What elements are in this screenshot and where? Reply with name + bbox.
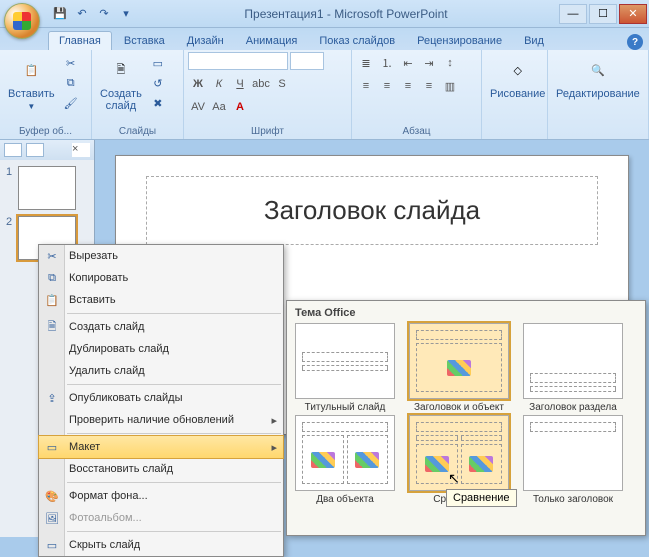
- ctx-hide-slide[interactable]: ▭Скрыть слайд: [39, 534, 283, 556]
- clipboard-icon: 📋: [15, 54, 47, 86]
- numbering-button[interactable]: ⒈: [377, 54, 397, 72]
- layout-two-content[interactable]: Два объекта: [293, 415, 397, 505]
- qat-dropdown-icon[interactable]: ▾: [118, 6, 134, 22]
- group-paragraph-label: Абзац: [356, 125, 477, 138]
- office-button[interactable]: [4, 3, 40, 39]
- ctx-reset-slide[interactable]: Восстановить слайд: [39, 458, 283, 480]
- tab-insert[interactable]: Вставка: [114, 32, 175, 50]
- layout-icon: ▭: [43, 438, 61, 456]
- ctx-cut[interactable]: ✂Вырезать: [39, 245, 283, 267]
- redo-icon[interactable]: ↷: [96, 6, 112, 22]
- ctx-publish-slides[interactable]: ⇪Опубликовать слайды: [39, 387, 283, 409]
- shadow-button[interactable]: S: [272, 75, 292, 93]
- ctx-check-updates[interactable]: Проверить наличие обновлений▸: [39, 409, 283, 431]
- album-icon: 🖼: [43, 509, 61, 527]
- new-slide-icon: 🗎: [43, 318, 61, 336]
- ctx-paste[interactable]: 📋Вставить: [39, 289, 283, 311]
- bullets-button[interactable]: ≣: [356, 54, 376, 72]
- layout-title-slide[interactable]: Титульный слайд: [293, 323, 397, 413]
- ctx-copy[interactable]: ⧉Копировать: [39, 267, 283, 289]
- ctx-format-background[interactable]: 🎨Формат фона...: [39, 485, 283, 507]
- ctx-duplicate-slide[interactable]: Дублировать слайд: [39, 338, 283, 360]
- justify-button[interactable]: ≡: [419, 77, 439, 95]
- tab-animation[interactable]: Анимация: [236, 32, 308, 50]
- layout-title-only[interactable]: Только заголовок: [521, 415, 625, 505]
- hide-icon: ▭: [43, 536, 61, 554]
- slides-tab-icon[interactable]: [4, 143, 22, 157]
- tab-view[interactable]: Вид: [514, 32, 554, 50]
- new-slide-button[interactable]: 🗎 Создать слайд: [96, 52, 146, 114]
- ctx-delete-slide[interactable]: Удалить слайд: [39, 360, 283, 382]
- maximize-button[interactable]: ☐: [589, 4, 617, 24]
- group-clipboard-label: Буфер об...: [4, 125, 87, 138]
- tab-review[interactable]: Рецензирование: [407, 32, 512, 50]
- layout-icon[interactable]: ▭: [149, 54, 167, 72]
- changecase-button[interactable]: Aa: [209, 98, 229, 116]
- ctx-photo-album: 🖼Фотоальбом...: [39, 507, 283, 529]
- indent-inc-button[interactable]: ⇥: [419, 54, 439, 72]
- close-pane-icon[interactable]: ×: [72, 143, 90, 157]
- publish-icon: ⇪: [43, 389, 61, 407]
- close-button[interactable]: ✕: [619, 4, 647, 24]
- italic-button[interactable]: К: [209, 75, 229, 93]
- group-font-label: Шрифт: [188, 125, 347, 138]
- tab-slideshow[interactable]: Показ слайдов: [309, 32, 405, 50]
- undo-icon[interactable]: ↶: [74, 6, 90, 22]
- copy-icon[interactable]: ⧉: [62, 74, 80, 92]
- linespacing-button[interactable]: ↕: [440, 54, 460, 72]
- underline-button[interactable]: Ч: [230, 75, 250, 93]
- minimize-button[interactable]: —: [559, 4, 587, 24]
- help-icon[interactable]: ?: [627, 34, 643, 50]
- format-icon: 🎨: [43, 487, 61, 505]
- window-title: Презентация1 - Microsoft PowerPoint: [134, 7, 558, 21]
- charspace-button[interactable]: AV: [188, 98, 208, 116]
- context-menu: ✂Вырезать ⧉Копировать 📋Вставить 🗎Создать…: [38, 244, 284, 557]
- new-slide-icon: 🗎: [105, 54, 137, 86]
- ctx-layout[interactable]: ▭Макет▸: [39, 436, 283, 458]
- tab-design[interactable]: Дизайн: [177, 32, 234, 50]
- align-left-button[interactable]: ≡: [356, 77, 376, 95]
- content-icon: [447, 360, 471, 376]
- ctx-new-slide[interactable]: 🗎Создать слайд: [39, 316, 283, 338]
- cut-icon[interactable]: ✂: [62, 54, 80, 72]
- title-placeholder[interactable]: Заголовок слайда: [146, 176, 598, 245]
- paste-button[interactable]: 📋 Вставить ▼: [4, 52, 59, 113]
- save-icon[interactable]: 💾: [52, 6, 68, 22]
- chevron-right-icon: ▸: [271, 441, 277, 454]
- editing-button[interactable]: 🔍 Редактирование: [552, 52, 644, 102]
- drawing-button[interactable]: ◇ Рисование: [486, 52, 549, 102]
- columns-button[interactable]: ▥: [440, 77, 460, 95]
- layout-section-header[interactable]: Заголовок раздела: [521, 323, 625, 413]
- align-right-button[interactable]: ≡: [398, 77, 418, 95]
- copy-icon: ⧉: [43, 269, 61, 287]
- bold-button[interactable]: Ж: [188, 75, 208, 93]
- find-icon: 🔍: [582, 54, 614, 86]
- outline-tab-icon[interactable]: [26, 143, 44, 157]
- group-slides-label: Слайды: [96, 125, 179, 138]
- strike-button[interactable]: abc: [251, 75, 271, 93]
- font-name-combo[interactable]: [188, 52, 288, 70]
- slide-thumb[interactable]: 1: [6, 166, 88, 210]
- font-size-combo[interactable]: [290, 52, 324, 70]
- paste-icon: 📋: [43, 291, 61, 309]
- gallery-header: Тема Office: [293, 305, 639, 323]
- chevron-right-icon: ▸: [271, 414, 277, 427]
- fontcolor-button[interactable]: A: [230, 98, 250, 116]
- scissors-icon: ✂: [43, 247, 61, 265]
- indent-dec-button[interactable]: ⇤: [398, 54, 418, 72]
- tooltip: Сравнение: [446, 489, 517, 507]
- tab-home[interactable]: Главная: [48, 31, 112, 50]
- shapes-icon: ◇: [502, 54, 534, 86]
- reset-icon[interactable]: ↺: [149, 74, 167, 92]
- layout-title-content[interactable]: Заголовок и объект: [407, 323, 511, 413]
- delete-slide-icon[interactable]: ✖: [149, 94, 167, 112]
- format-painter-icon[interactable]: 🖌: [62, 94, 80, 112]
- align-center-button[interactable]: ≡: [377, 77, 397, 95]
